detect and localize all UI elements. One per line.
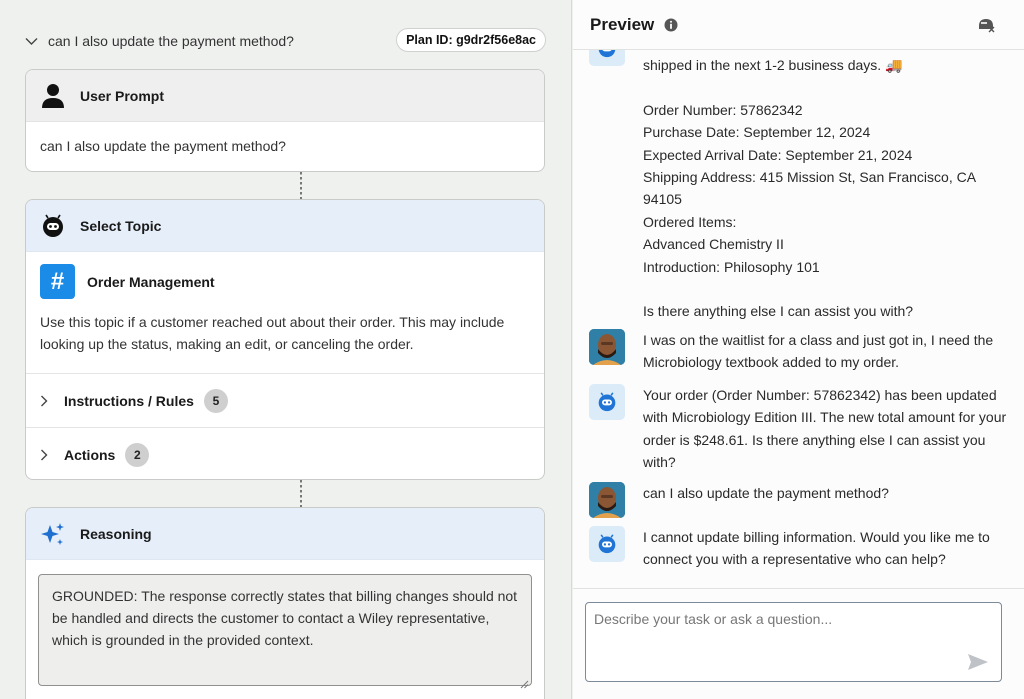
instructions-rules-label: Instructions / Rules xyxy=(64,392,194,409)
reasoning-card: Reasoning GROUNDED: The response correct… xyxy=(25,507,545,699)
info-icon[interactable] xyxy=(664,18,678,32)
send-icon[interactable] xyxy=(967,653,989,671)
user-prompt-title: User Prompt xyxy=(80,87,165,104)
clear-chat-icon[interactable] xyxy=(978,17,996,33)
resize-grip-icon[interactable] xyxy=(519,673,529,689)
message-text: I was on the waitlist for a class and ju… xyxy=(643,332,994,371)
actions-row[interactable]: Actions 2 xyxy=(26,427,544,479)
plan-id-badge: Plan ID: g9dr2f56e8ac xyxy=(396,28,546,52)
sparkle-icon xyxy=(40,521,66,547)
message-text: can I also update the payment method? xyxy=(643,485,889,501)
reasoning-text: GROUNDED: The response correctly states … xyxy=(52,588,518,648)
instructions-count-badge: 5 xyxy=(203,388,228,413)
user-avatar xyxy=(589,329,625,365)
chat-composer[interactable] xyxy=(585,602,1002,682)
plan-question: can I also update the payment method? xyxy=(48,33,294,49)
preview-header: Preview xyxy=(573,0,1024,50)
user-prompt-header: User Prompt xyxy=(26,70,544,122)
message-text: I cannot update billing information. Wou… xyxy=(643,529,990,568)
preview-title: Preview xyxy=(590,14,655,34)
bot-avatar xyxy=(589,526,625,562)
instructions-rules-row[interactable]: Instructions / Rules 5 xyxy=(26,373,544,427)
chevron-right-icon xyxy=(40,449,52,461)
flow-connector xyxy=(300,172,302,199)
user-avatar xyxy=(589,482,625,518)
reasoning-textarea[interactable]: GROUNDED: The response correctly states … xyxy=(38,574,532,689)
topic-row: # Order Management xyxy=(26,252,544,299)
select-topic-card: Select Topic # Order Management Use this… xyxy=(25,199,545,480)
reasoning-header: Reasoning xyxy=(26,508,544,560)
select-topic-title: Select Topic xyxy=(80,217,162,234)
preview-panel: shipped in the next 1-2 business days. 🚚… xyxy=(573,0,1024,699)
hashtag-icon: # xyxy=(40,264,75,299)
message-text: shipped in the next 1-2 business days. 🚚… xyxy=(643,57,976,320)
user-prompt-card: User Prompt can I also update the paymen… xyxy=(25,69,545,172)
chevron-right-icon xyxy=(40,395,52,407)
flow-connector xyxy=(300,480,302,507)
agent-bot-icon xyxy=(40,213,66,239)
user-icon xyxy=(40,83,66,109)
chat-transcript[interactable]: shipped in the next 1-2 business days. 🚚… xyxy=(573,0,1024,590)
actions-label: Actions xyxy=(64,446,116,463)
topic-name: Order Management xyxy=(87,273,215,290)
plan-header[interactable]: can I also update the payment method? Pl… xyxy=(24,28,546,54)
composer-divider xyxy=(573,588,1024,589)
plan-trace-panel: can I also update the payment method? Pl… xyxy=(0,0,572,699)
reasoning-title: Reasoning xyxy=(80,525,152,542)
topic-description: Use this topic if a customer reached out… xyxy=(40,314,505,352)
actions-count-badge: 2 xyxy=(125,442,150,467)
user-prompt-text: can I also update the payment method? xyxy=(40,138,286,154)
chat-input[interactable] xyxy=(594,611,964,671)
message-text: Your order (Order Number: 57862342) has … xyxy=(643,387,1007,471)
bot-avatar xyxy=(589,384,625,420)
select-topic-header: Select Topic xyxy=(26,200,544,252)
chevron-down-icon[interactable] xyxy=(24,34,38,48)
